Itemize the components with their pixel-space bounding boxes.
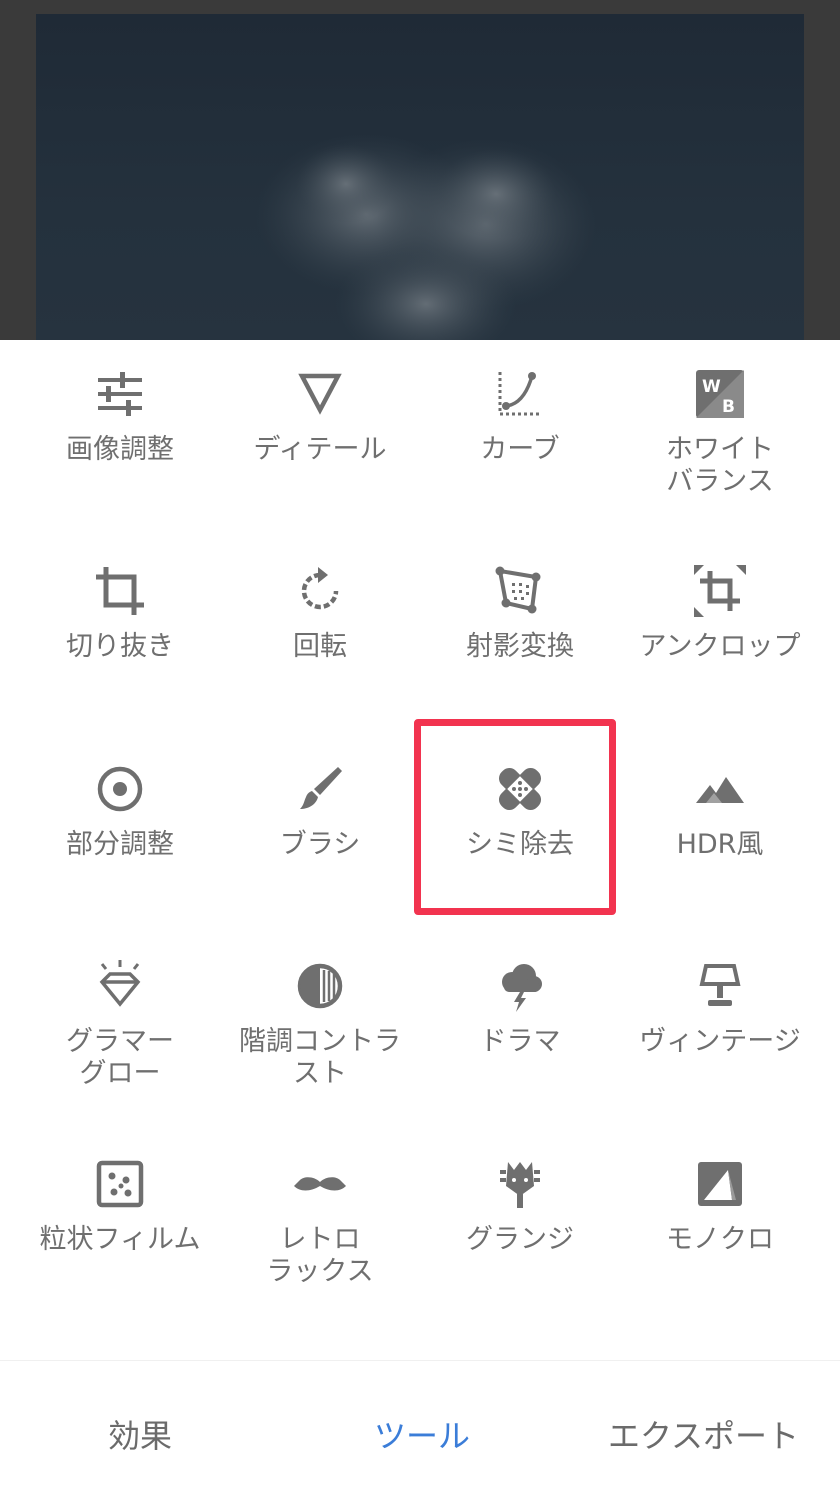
- more-tools-indicator: [490, 1352, 550, 1365]
- expand-icon: [694, 565, 746, 617]
- bw-icon: [698, 1162, 742, 1206]
- tool-vintage[interactable]: ヴィンテージ: [615, 932, 825, 1122]
- tool-label: 階調コントラ スト: [239, 1026, 401, 1089]
- mustache-icon: [294, 1177, 346, 1191]
- tool-expand[interactable]: アンクロップ: [615, 537, 825, 727]
- svg-text:B: B: [722, 397, 735, 417]
- tool-details[interactable]: ディテール: [215, 340, 425, 530]
- tool-label: ディテール: [253, 434, 387, 465]
- tool-brush[interactable]: ブラシ: [215, 735, 425, 925]
- tool-label: シミ除去: [466, 829, 574, 860]
- svg-text:W: W: [702, 377, 721, 397]
- tool-label: 射影変換: [466, 631, 574, 662]
- tool-label: モノクロ: [666, 1224, 774, 1255]
- tool-crop[interactable]: 切り抜き: [15, 537, 225, 727]
- photo: [36, 14, 804, 340]
- tool-label: 粒状フィルム: [39, 1224, 201, 1255]
- tool-bw[interactable]: モノクロ: [615, 1130, 825, 1320]
- curve-icon: [498, 372, 542, 416]
- heart-cloud-image: [256, 134, 596, 340]
- guitar-icon: [500, 1162, 540, 1208]
- image-preview: [0, 0, 840, 340]
- tool-drama[interactable]: ドラマ: [415, 932, 625, 1122]
- tool-label: ヴィンテージ: [639, 1026, 801, 1057]
- tab-looks[interactable]: 効果: [108, 1411, 172, 1457]
- tool-label: カーブ: [480, 434, 560, 465]
- tab-export[interactable]: エクスポート: [608, 1411, 799, 1457]
- bottom-tab-bar: 効果 ツール エクスポート: [0, 1360, 840, 1491]
- diamond-icon: [99, 960, 141, 1007]
- tool-curves[interactable]: カーブ: [415, 340, 625, 530]
- tool-grunge[interactable]: グランジ: [415, 1130, 625, 1320]
- sliders-icon: [98, 372, 142, 416]
- wb-icon: W B: [696, 370, 744, 418]
- tab-tools[interactable]: ツール: [374, 1411, 470, 1457]
- tool-label: ドラマ: [479, 1026, 561, 1057]
- tool-label: 部分調整: [66, 829, 174, 860]
- tool-label: アンクロップ: [639, 631, 801, 662]
- brush-icon: [300, 767, 342, 809]
- tool-healing[interactable]: シミ除去: [415, 735, 625, 925]
- tool-label: HDR風: [676, 829, 764, 860]
- tool-label: グランジ: [466, 1224, 574, 1255]
- bandage-icon: [498, 767, 542, 811]
- tool-label: 回転: [293, 631, 347, 662]
- tool-hdr[interactable]: HDR風: [615, 735, 825, 925]
- rotate-icon: [301, 567, 339, 610]
- crop-icon: [96, 567, 144, 615]
- tool-grainy-film[interactable]: 粒状フィルム: [15, 1130, 225, 1320]
- tool-perspective[interactable]: 射影変換: [415, 537, 625, 727]
- triangle-icon: [298, 373, 342, 415]
- perspective-icon: [495, 566, 541, 614]
- tool-selective[interactable]: 部分調整: [15, 735, 225, 925]
- grain-icon: [96, 1160, 144, 1208]
- mountains-icon: [696, 777, 744, 803]
- tool-label: 切り抜き: [66, 631, 174, 662]
- tool-tonal-contrast[interactable]: 階調コントラ スト: [215, 932, 425, 1122]
- contrast-icon: [297, 963, 343, 1009]
- storm-cloud-icon: [502, 964, 542, 1012]
- tool-glamour-glow[interactable]: グラマー グロー: [15, 932, 225, 1122]
- tool-label: グラマー グロー: [66, 1026, 174, 1089]
- tool-label: 画像調整: [66, 434, 174, 465]
- lamp-icon: [699, 964, 741, 1006]
- tool-label: ホワイト バランス: [666, 434, 774, 497]
- tool-white-balance[interactable]: W B ホワイト バランス: [615, 340, 825, 530]
- tool-label: レトロ ラックス: [266, 1224, 374, 1287]
- tools-grid: 画像調整 ディテール カーブ W B ホワイト バランス 切り抜き 回転 射影変…: [0, 340, 840, 1360]
- tool-label: ブラシ: [279, 829, 361, 860]
- tool-tune[interactable]: 画像調整: [15, 340, 225, 530]
- tool-rotate[interactable]: 回転: [215, 537, 425, 727]
- tool-retrolux[interactable]: レトロ ラックス: [215, 1130, 425, 1320]
- target-icon: [97, 766, 143, 812]
